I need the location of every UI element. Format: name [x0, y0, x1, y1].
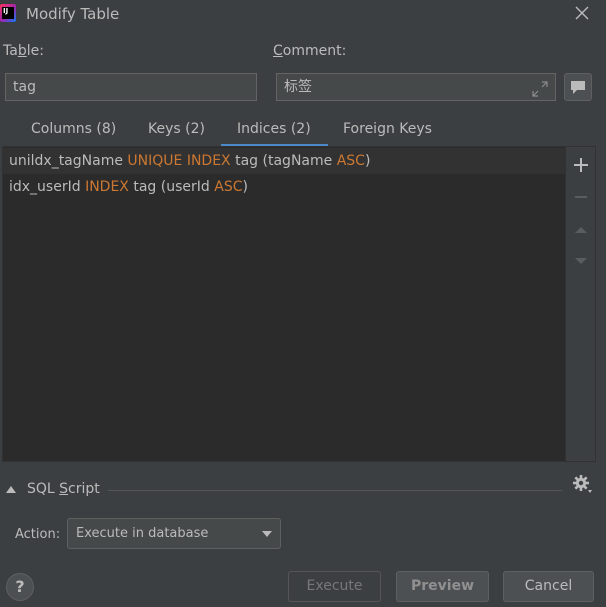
index-name: unildx_tagName: [9, 153, 123, 169]
app-icon-text: IJ: [2, 7, 14, 19]
indices-list[interactable]: unildx_tagName UNIQUE INDEX tag (tagName…: [2, 146, 566, 462]
close-icon[interactable]: [573, 4, 591, 22]
index-table: tag: [235, 153, 259, 169]
speech-bubble-icon: [571, 81, 585, 94]
cancel-button[interactable]: Cancel: [503, 571, 594, 602]
index-type: UNIQUE INDEX: [127, 153, 231, 169]
table-label: Table:: [3, 43, 44, 59]
execute-button[interactable]: Execute: [288, 571, 381, 602]
table-name-input[interactable]: tag: [5, 73, 257, 101]
index-name: idx_userId: [9, 179, 81, 195]
comment-editor-button[interactable]: [564, 73, 592, 101]
chevron-down-icon: [262, 531, 272, 537]
index-close-paren: ): [364, 153, 371, 169]
preview-button[interactable]: Preview: [396, 571, 489, 602]
gear-icon[interactable]: [571, 473, 593, 495]
tab-columns[interactable]: Columns (8): [31, 121, 116, 137]
window-title: Modify Table: [26, 5, 120, 23]
tab-foreign-keys[interactable]: Foreign Keys: [343, 121, 432, 137]
sql-script-toggle[interactable]: SQL Script: [27, 481, 100, 497]
index-order: ASC: [214, 179, 243, 195]
remove-icon[interactable]: [571, 187, 591, 207]
action-label: Action:: [15, 527, 61, 542]
tab-indices[interactable]: Indices (2): [237, 121, 311, 137]
intellij-app-icon: IJ: [0, 4, 16, 22]
list-toolbar: [566, 146, 596, 462]
index-columns: (userId: [160, 179, 210, 195]
index-columns: (tagName: [262, 153, 333, 169]
tab-keys[interactable]: Keys (2): [148, 121, 205, 137]
index-row[interactable]: unildx_tagName UNIQUE INDEX tag (tagName…: [3, 148, 565, 174]
index-table: tag: [133, 179, 157, 195]
expand-icon[interactable]: [531, 80, 549, 98]
help-button[interactable]: ?: [6, 573, 34, 601]
add-icon[interactable]: [571, 155, 591, 175]
move-down-icon[interactable]: [571, 251, 591, 271]
move-up-icon[interactable]: [571, 220, 591, 240]
index-order: ASC: [336, 153, 365, 169]
action-select[interactable]: Execute in database: [67, 518, 281, 549]
index-close-paren: ): [242, 179, 248, 195]
comment-label: Comment:: [273, 43, 347, 59]
expand-triangle-icon[interactable]: [6, 485, 16, 493]
index-type: INDEX: [85, 179, 129, 195]
index-row[interactable]: idx_userId INDEX tag (userId ASC): [3, 174, 565, 200]
divider: [108, 490, 562, 491]
comment-input[interactable]: 标签: [276, 73, 556, 101]
